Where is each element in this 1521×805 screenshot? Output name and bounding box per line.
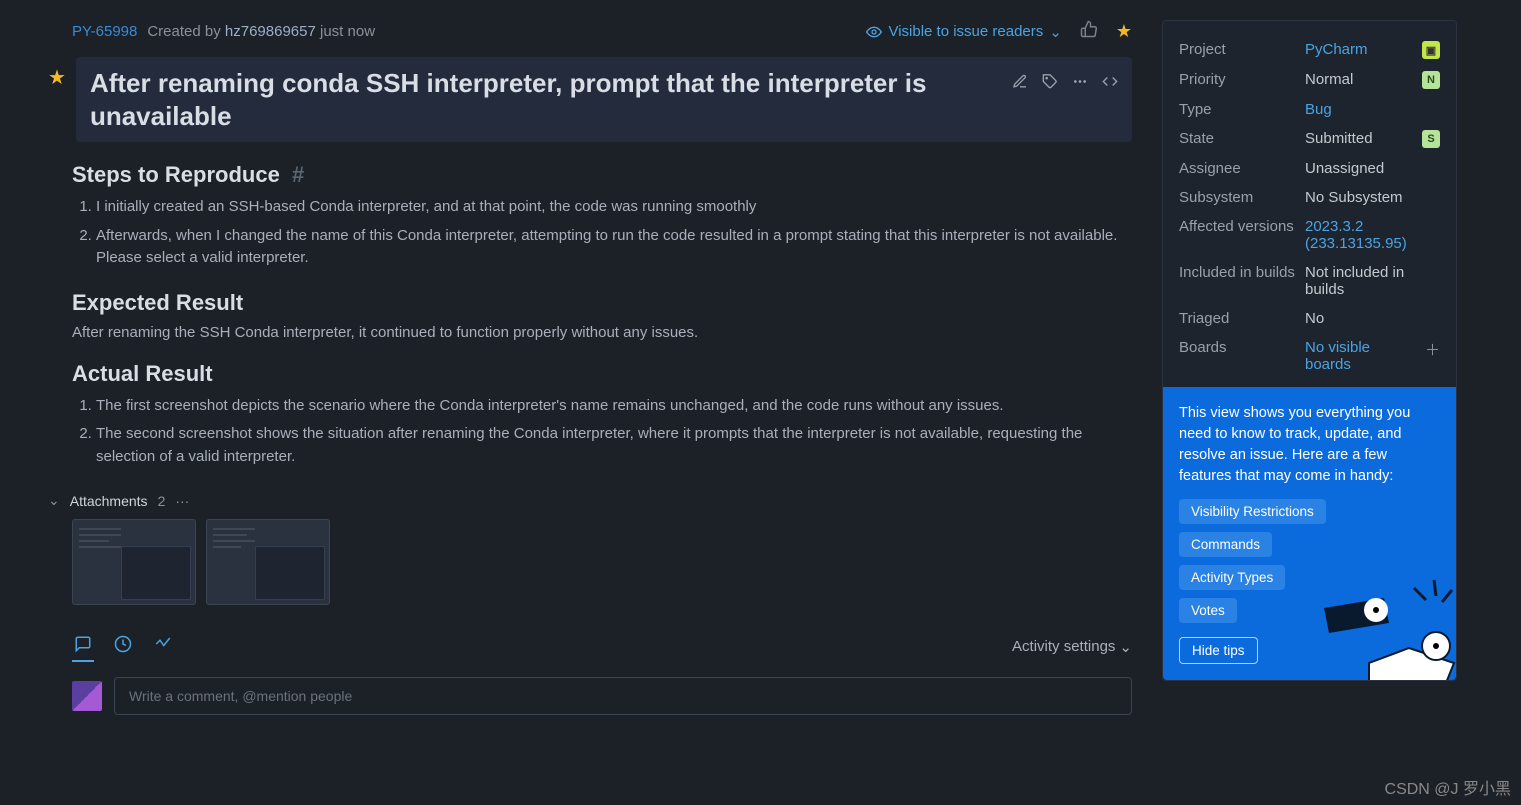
list-item: I initially created an SSH-based Conda i…: [96, 196, 1132, 219]
tab-history[interactable]: [112, 631, 134, 662]
comment-input[interactable]: Write a comment, @mention people: [114, 677, 1132, 715]
field-priority[interactable]: PriorityNormalN: [1163, 65, 1456, 95]
chevron-down-icon: ⌄: [1049, 23, 1062, 41]
hide-tips-button[interactable]: Hide tips: [1179, 637, 1258, 664]
list-item: The first screenshot depicts the scenari…: [96, 395, 1132, 418]
watermark: CSDN @J 罗小黑: [1385, 775, 1511, 799]
priority-badge: N: [1422, 71, 1440, 89]
visibility-dropdown[interactable]: Visible to issue readers ⌄: [866, 23, 1061, 41]
field-triaged[interactable]: TriagedNo: [1163, 304, 1456, 333]
field-assignee[interactable]: AssigneeUnassigned: [1163, 154, 1456, 183]
tips-panel: This view shows you everything you need …: [1163, 387, 1456, 680]
chevron-down-icon[interactable]: ⌄: [48, 492, 60, 509]
issue-title: After renaming conda SSH interpreter, pr…: [90, 67, 998, 132]
add-board-icon[interactable]: ＋: [1425, 339, 1440, 360]
fields-panel: ProjectPyCharm▣ PriorityNormalN TypeBug …: [1162, 20, 1457, 681]
tip-chip-activity-types[interactable]: Activity Types: [1179, 565, 1285, 590]
created-by-label: Created by hz769869657 just now: [147, 23, 375, 40]
issue-title-block: After renaming conda SSH interpreter, pr…: [76, 57, 1132, 142]
tag-icon[interactable]: [1042, 73, 1058, 89]
steps-list: I initially created an SSH-based Conda i…: [96, 196, 1132, 270]
author-link[interactable]: hz769869657: [225, 23, 316, 40]
field-affected-versions[interactable]: Affected versions2023.3.2 (233.13135.95): [1163, 212, 1456, 258]
activity-settings-dropdown[interactable]: Activity settings ⌄: [1012, 631, 1132, 662]
more-icon[interactable]: [1072, 73, 1088, 89]
expected-body: After renaming the SSH Conda interpreter…: [72, 324, 1132, 341]
tab-activity[interactable]: [152, 631, 174, 662]
more-icon[interactable]: ···: [175, 493, 189, 509]
avatar: [72, 681, 102, 711]
code-icon[interactable]: [1102, 73, 1118, 89]
attachment-thumbnail[interactable]: [72, 519, 196, 605]
tip-chip-votes[interactable]: Votes: [1179, 598, 1237, 623]
attachment-thumbnail[interactable]: [206, 519, 330, 605]
chevron-down-icon: ⌄: [1119, 638, 1132, 656]
list-item: Afterwards, when I changed the name of t…: [96, 225, 1132, 270]
attachments-label[interactable]: Attachments: [70, 493, 148, 509]
field-type[interactable]: TypeBug: [1163, 95, 1456, 124]
issue-id-link[interactable]: PY-65998: [72, 23, 137, 40]
actual-heading: Actual Result: [72, 361, 1132, 387]
thumbs-up-button[interactable]: [1080, 20, 1098, 43]
edit-icon[interactable]: [1012, 73, 1028, 89]
tip-chip-commands[interactable]: Commands: [1179, 532, 1272, 557]
tab-comments[interactable]: [72, 631, 94, 662]
star-icon[interactable]: ★: [48, 65, 66, 90]
field-state[interactable]: StateSubmittedS: [1163, 124, 1456, 154]
state-badge: S: [1422, 130, 1440, 148]
field-boards[interactable]: BoardsNo visible boards＋: [1163, 333, 1456, 379]
steps-heading: Steps to Reproduce #: [72, 162, 1132, 188]
tip-chip-visibility[interactable]: Visibility Restrictions: [1179, 499, 1326, 524]
eye-icon: [866, 24, 882, 40]
anchor-icon[interactable]: #: [292, 162, 304, 187]
star-button[interactable]: ★: [1116, 21, 1132, 42]
field-included-in-builds[interactable]: Included in buildsNot included in builds: [1163, 258, 1456, 304]
field-project[interactable]: ProjectPyCharm▣: [1163, 35, 1456, 65]
tips-body: This view shows you everything you need …: [1179, 403, 1440, 487]
expected-heading: Expected Result: [72, 290, 1132, 316]
list-item: The second screenshot shows the situatio…: [96, 423, 1132, 468]
pycharm-icon: ▣: [1422, 41, 1440, 59]
attachments-count: 2: [158, 493, 166, 509]
field-subsystem[interactable]: SubsystemNo Subsystem: [1163, 183, 1456, 212]
actual-list: The first screenshot depicts the scenari…: [96, 395, 1132, 469]
